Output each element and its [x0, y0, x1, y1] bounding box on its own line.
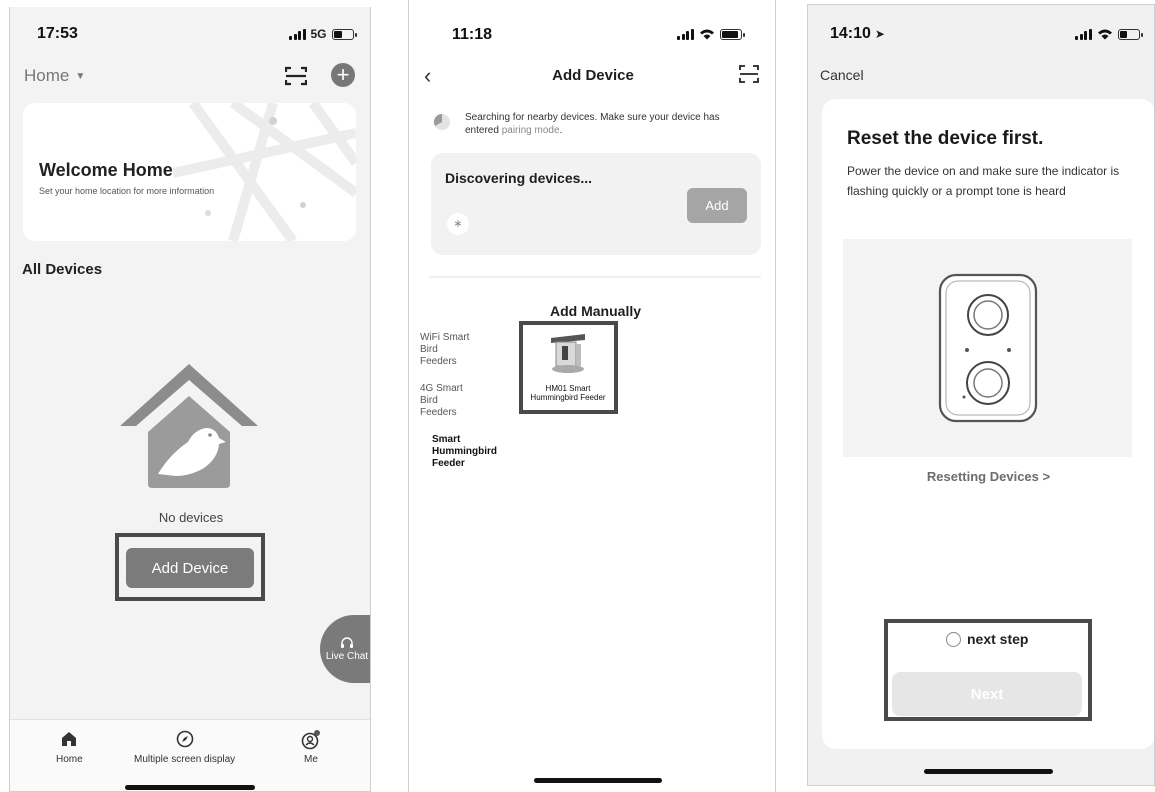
tab-home[interactable]: Home: [56, 730, 83, 765]
page-title: Add Device: [552, 67, 634, 84]
add-device-screen: 11:18 ‹ Add Device Searching for nearby …: [408, 0, 776, 792]
loading-spinner-icon: [433, 113, 450, 130]
pairing-mode-link[interactable]: pairing mode: [502, 125, 560, 136]
wifi-icon: [1097, 29, 1112, 40]
divider: [429, 276, 761, 278]
home-screen: 17:53 5G Home ▼ + Welcome Home Set your …: [9, 7, 371, 792]
discovering-text: Discovering devices...: [445, 170, 593, 186]
highlight-box: [115, 533, 265, 601]
compass-icon: [176, 730, 193, 748]
status-time: 17:53: [37, 25, 78, 42]
section-title: All Devices: [22, 261, 103, 278]
searching-hint: Searching for nearby devices. Make sure …: [465, 111, 755, 137]
caret-down-icon: ▼: [75, 70, 86, 82]
category-4g-bird-feeders[interactable]: 4G Smart Bird Feeders: [420, 383, 476, 419]
signal-icon: [1075, 28, 1092, 40]
battery-icon: [331, 28, 357, 40]
status-indicators: [677, 28, 745, 40]
live-chat-button[interactable]: Live Chat: [320, 615, 370, 683]
tab-multiple-screen[interactable]: Multiple screen display: [134, 730, 235, 765]
empty-house-bird-icon: [120, 364, 258, 488]
profile-icon: [301, 730, 320, 750]
location-arrow-icon: ➤: [874, 27, 885, 41]
highlight-box: [519, 321, 618, 414]
map-background-icon: [173, 103, 356, 241]
network-type: 5G: [310, 27, 327, 41]
highlight-box: [884, 619, 1092, 721]
add-icon[interactable]: +: [331, 63, 355, 87]
scan-icon[interactable]: [285, 66, 307, 86]
tab-me-label: Me: [304, 754, 318, 765]
category-wifi-bird-feeders[interactable]: WiFi Smart Bird Feeders: [420, 332, 476, 368]
category-hummingbird-feeder[interactable]: Smart Hummingbird Feeder: [432, 434, 502, 470]
live-chat-label: Live Chat: [325, 650, 369, 662]
reset-heading: Reset the device first.: [847, 128, 1044, 149]
home-indicator: [924, 769, 1053, 774]
welcome-title: Welcome Home: [39, 160, 173, 180]
signal-icon: [289, 28, 306, 40]
status-time-group: 14:10 ➤: [830, 25, 885, 43]
tab-home-label: Home: [56, 754, 83, 765]
status-indicators: 5G: [289, 27, 357, 41]
home-icon: [62, 732, 77, 746]
home-indicator: [534, 778, 662, 783]
reset-instructions: Power the device on and make sure the in…: [847, 164, 1120, 198]
tab-bar: Home Multiple screen display Me: [10, 719, 370, 791]
cancel-button[interactable]: Cancel: [820, 67, 864, 83]
battery-icon: [719, 28, 745, 40]
welcome-subtitle: Set your home location for more informat…: [39, 186, 215, 196]
empty-text: No devices: [158, 510, 224, 525]
headset-icon: [341, 636, 353, 648]
scan-icon[interactable]: [739, 65, 759, 83]
add-button[interactable]: Add: [687, 188, 747, 223]
add-manually-title: Add Manually: [550, 303, 642, 319]
battery-icon: [1117, 28, 1143, 40]
tab-multiple-screen-label: Multiple screen display: [134, 754, 236, 765]
tab-me[interactable]: Me: [300, 730, 322, 765]
wifi-icon: [699, 29, 714, 40]
camera-device-illustration: [843, 239, 1132, 457]
searching-end: .: [559, 125, 563, 136]
reset-device-screen: 14:10 ➤ Cancel Reset the device first. P…: [807, 4, 1155, 786]
bluetooth-icon: ∗: [447, 213, 469, 235]
welcome-card[interactable]: Welcome Home Set your home location for …: [23, 103, 356, 241]
status-time: 11:18: [452, 26, 493, 43]
home-selector[interactable]: Home ▼: [24, 66, 85, 86]
status-indicators: [1075, 28, 1143, 40]
resetting-devices-link[interactable]: Resetting Devices >: [822, 469, 1154, 484]
signal-icon: [677, 28, 694, 40]
home-indicator: [125, 785, 255, 790]
home-selector-label: Home: [24, 66, 70, 85]
status-time: 14:10: [830, 25, 871, 42]
